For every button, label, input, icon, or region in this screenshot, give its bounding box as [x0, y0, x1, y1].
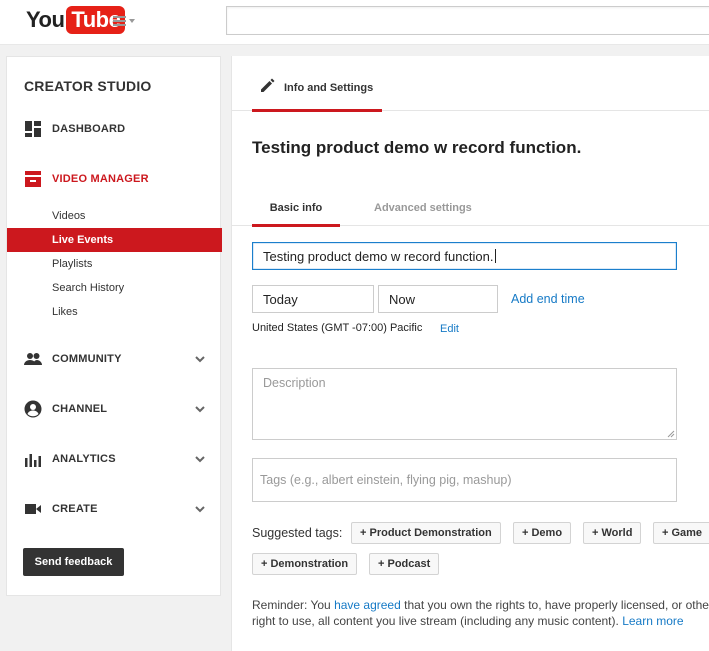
- guide-menu-button[interactable]: [113, 14, 139, 28]
- suggested-tag-button[interactable]: + Podcast: [369, 553, 440, 575]
- reminder-text: that you own the rights to, have properl…: [400, 598, 709, 612]
- timezone-edit-link[interactable]: Edit: [440, 323, 459, 335]
- sidebar-subitem-likes[interactable]: Likes: [7, 300, 222, 324]
- sidebar-title: CREATOR STUDIO: [24, 78, 152, 94]
- text-cursor: [494, 249, 496, 263]
- suggested-tag-button[interactable]: + Product Demonstration: [351, 522, 501, 544]
- sidebar-subitem-live-events[interactable]: Live Events: [7, 228, 222, 252]
- learn-more-link[interactable]: Learn more: [622, 614, 683, 628]
- sidebar-item-channel[interactable]: CHANNEL: [7, 397, 222, 421]
- sidebar-item-dashboard[interactable]: DASHBOARD: [7, 117, 222, 141]
- time-input-value: Now: [389, 291, 416, 307]
- community-icon: [24, 353, 42, 365]
- sidebar-item-label: VIDEO MANAGER: [52, 173, 149, 185]
- hamburger-icon: [113, 16, 126, 26]
- title-input[interactable]: Testing product demo w record function.: [252, 242, 677, 270]
- suggested-tags-label: Suggested tags:: [252, 526, 343, 540]
- suggested-tag-button[interactable]: + Game: [653, 522, 709, 544]
- main-panel: Info and Settings Testing product demo w…: [231, 56, 709, 651]
- suggested-tag-button[interactable]: + World: [583, 522, 642, 544]
- tab-basic-info[interactable]: Basic info: [252, 202, 340, 227]
- sidebar-subitem-videos[interactable]: Videos: [7, 204, 222, 228]
- search-input[interactable]: [226, 6, 709, 35]
- sidebar-subitem-search-history[interactable]: Search History: [7, 276, 222, 300]
- tags-placeholder: Tags (e.g., albert einstein, flying pig,…: [260, 473, 512, 487]
- sidebar-item-analytics[interactable]: ANALYTICS: [7, 447, 222, 471]
- youtube-logo[interactable]: You Tube: [26, 6, 126, 34]
- sidebar-item-label: DASHBOARD: [52, 123, 126, 135]
- date-input-value: Today: [263, 291, 298, 307]
- active-tab-indicator: [252, 109, 382, 112]
- date-input[interactable]: Today: [252, 285, 374, 313]
- chevron-down-icon[interactable]: [194, 403, 206, 415]
- rights-reminder: Reminder: You have agreed that you own t…: [252, 597, 709, 629]
- reminder-text: Reminder: You: [252, 598, 335, 612]
- sidebar-item-label: COMMUNITY: [52, 353, 122, 365]
- settings-subtabs: Basic info Advanced settings: [232, 196, 709, 227]
- chevron-down-icon[interactable]: [194, 453, 206, 465]
- suggested-tag-button[interactable]: + Demonstration: [252, 553, 358, 575]
- resize-handle-icon[interactable]: [667, 430, 675, 438]
- description-textarea[interactable]: Description: [252, 368, 677, 440]
- reminder-text: right to use, all content you live strea…: [252, 614, 623, 628]
- title-input-value: Testing product demo w record function.: [263, 248, 494, 264]
- page-title: Testing product demo w record function.: [252, 138, 582, 157]
- dashboard-icon: [25, 121, 41, 137]
- logo-you-text: You: [26, 7, 65, 32]
- sidebar-item-community[interactable]: COMMUNITY: [7, 347, 222, 371]
- analytics-icon: [25, 454, 41, 467]
- time-input[interactable]: Now: [378, 285, 498, 313]
- tab-label: Info and Settings: [284, 82, 374, 94]
- channel-icon: [24, 400, 42, 418]
- sidebar-item-label: ANALYTICS: [52, 453, 116, 465]
- sidebar-item-create[interactable]: CREATE: [7, 497, 222, 521]
- caret-down-icon: [129, 19, 135, 23]
- video-manager-icon: [25, 171, 41, 187]
- tab-advanced-settings[interactable]: Advanced settings: [374, 202, 472, 214]
- timezone-label: United States (GMT -07:00) Pacific: [252, 322, 423, 334]
- pencil-icon: [261, 78, 275, 92]
- send-feedback-button[interactable]: Send feedback: [23, 548, 124, 576]
- add-end-time-link[interactable]: Add end time: [511, 292, 585, 306]
- video-camera-icon: [25, 504, 41, 514]
- suggested-tag-button[interactable]: + Demo: [513, 522, 572, 544]
- sidebar-item-label: CREATE: [52, 503, 98, 515]
- sidebar-subitem-playlists[interactable]: Playlists: [7, 252, 222, 276]
- sidebar-item-video-manager[interactable]: VIDEO MANAGER: [7, 167, 222, 191]
- top-bar: You Tube: [0, 0, 709, 45]
- tab-info-and-settings[interactable]: Info and Settings: [252, 56, 382, 112]
- chevron-down-icon[interactable]: [194, 503, 206, 515]
- sidebar: CREATOR STUDIO DASHBOARD VIDEO MANAGER V…: [6, 56, 222, 596]
- have-agreed-link[interactable]: have agreed: [334, 598, 401, 612]
- sidebar-item-label: CHANNEL: [52, 403, 108, 415]
- tags-input[interactable]: Tags (e.g., albert einstein, flying pig,…: [252, 458, 677, 502]
- top-tab-bar: Info and Settings: [232, 56, 709, 112]
- description-placeholder: Description: [263, 376, 326, 390]
- chevron-down-icon[interactable]: [194, 353, 206, 365]
